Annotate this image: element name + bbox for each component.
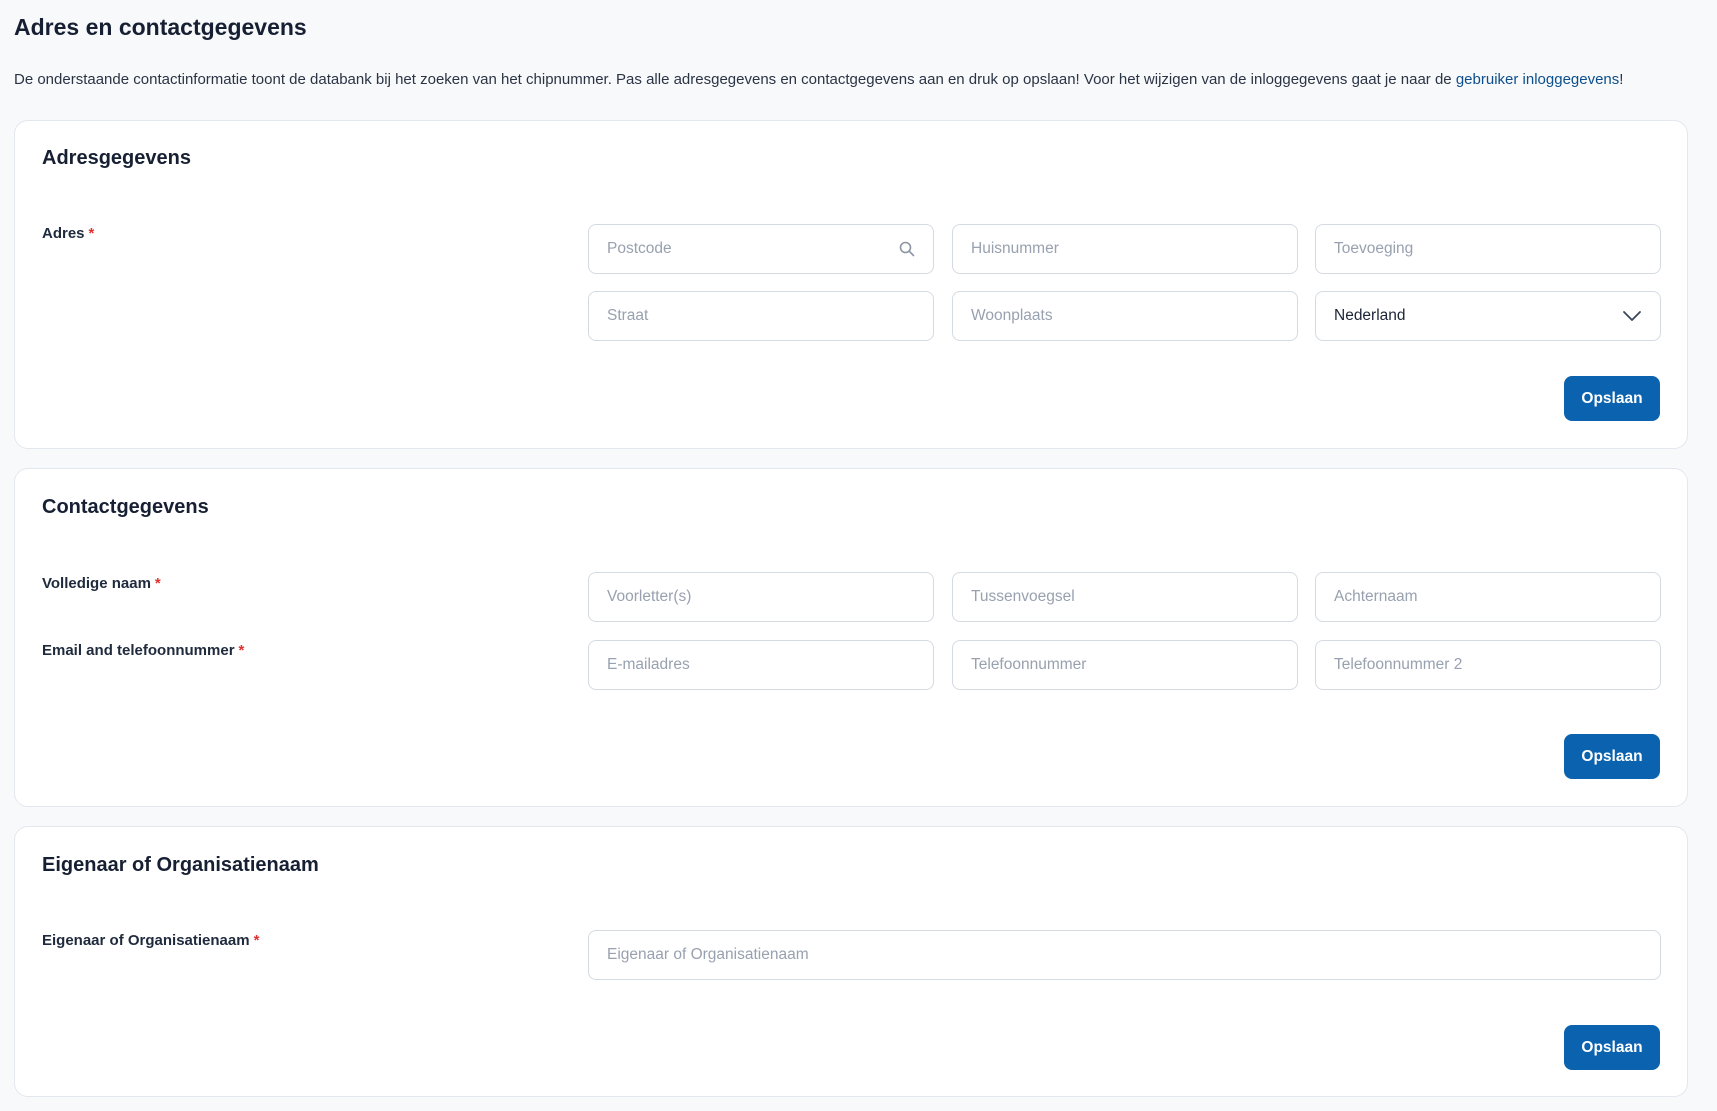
full-name-label-text: Volledige naam <box>42 575 151 592</box>
address-label-text: Adres <box>42 225 85 242</box>
address-save-button[interactable]: Opslaan <box>1564 376 1660 421</box>
required-asterisk: * <box>154 575 161 592</box>
chevron-down-icon[interactable] <box>1622 310 1642 322</box>
required-asterisk: * <box>253 932 260 949</box>
contact-save-button[interactable]: Opslaan <box>1564 734 1660 779</box>
achternaam-placeholder: Achternaam <box>1334 588 1418 605</box>
owner-input[interactable]: Eigenaar of Organisatienaam <box>588 930 1661 980</box>
contact-card-title: Contactgegevens <box>42 496 209 518</box>
address-card: Adresgegevens Adres * Postcode Huisnummer… <box>14 120 1688 449</box>
postcode-placeholder: Postcode <box>607 240 672 257</box>
owner-save-button[interactable]: Opslaan <box>1564 1025 1660 1070</box>
country-select-value: Nederland <box>1334 307 1406 324</box>
voorletters-placeholder: Voorletter(s) <box>607 588 692 605</box>
address-card-title: Adresgegevens <box>42 147 191 169</box>
huisnummer-placeholder: Huisnummer <box>971 240 1059 257</box>
toevoeging-placeholder: Toevoeging <box>1334 240 1414 257</box>
intro-text-body: De onderstaande contactinformatie toont … <box>14 71 1456 88</box>
tussenvoegsel-placeholder: Tussenvoegsel <box>971 588 1075 605</box>
email-placeholder: E-mailadres <box>607 656 690 673</box>
page-title: Adres en contactgegevens <box>14 14 307 40</box>
email-phone-label-text: Email and telefoonnummer <box>42 642 235 659</box>
required-asterisk: * <box>238 642 245 659</box>
huisnummer-input[interactable]: Huisnummer <box>952 224 1298 274</box>
toevoeging-input[interactable]: Toevoeging <box>1315 224 1661 274</box>
woonplaats-placeholder: Woonplaats <box>971 307 1053 324</box>
telefoon2-placeholder: Telefoonnummer 2 <box>1334 656 1463 673</box>
email-input[interactable]: E-mailadres <box>588 640 934 690</box>
achternaam-input[interactable]: Achternaam <box>1315 572 1661 622</box>
search-icon[interactable] <box>899 241 915 257</box>
intro-text: De onderstaande contactinformatie toont … <box>14 71 1703 89</box>
telefoon-input[interactable]: Telefoonnummer <box>952 640 1298 690</box>
owner-card: Eigenaar of Organisatienaam Eigenaar of … <box>14 826 1688 1097</box>
tussenvoegsel-input[interactable]: Tussenvoegsel <box>952 572 1298 622</box>
woonplaats-input[interactable]: Woonplaats <box>952 291 1298 341</box>
telefoon2-input[interactable]: Telefoonnummer 2 <box>1315 640 1661 690</box>
voorletters-input[interactable]: Voorletter(s) <box>588 572 934 622</box>
telefoon-placeholder: Telefoonnummer <box>971 656 1087 673</box>
owner-label-text: Eigenaar of Organisatienaam <box>42 932 250 949</box>
owner-card-title: Eigenaar of Organisatienaam <box>42 854 319 876</box>
owner-placeholder: Eigenaar of Organisatienaam <box>607 946 809 963</box>
postcode-input[interactable]: Postcode <box>588 224 934 274</box>
gebruiker-inloggegevens-link[interactable]: gebruiker inloggegevens <box>1456 71 1619 88</box>
country-select[interactable]: Nederland <box>1315 291 1661 341</box>
full-name-label: Volledige naam * <box>42 575 161 592</box>
straat-placeholder: Straat <box>607 307 649 324</box>
page: Adres en contactgegevens De onderstaande… <box>0 0 1717 89</box>
address-label: Adres * <box>42 225 94 242</box>
email-phone-label: Email and telefoonnummer * <box>42 642 244 659</box>
straat-input[interactable]: Straat <box>588 291 934 341</box>
contact-card: Contactgegevens Volledige naam * Email an… <box>14 468 1688 807</box>
intro-text-end: ! <box>1619 71 1624 88</box>
owner-label: Eigenaar of Organisatienaam * <box>42 932 259 949</box>
required-asterisk: * <box>88 225 95 242</box>
